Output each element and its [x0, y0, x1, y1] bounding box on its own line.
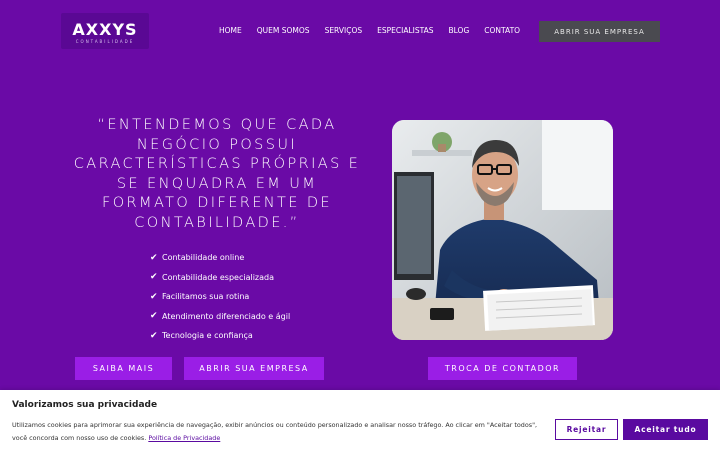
nav-item-blog[interactable]: BLOG [449, 26, 470, 35]
cookie-description: Utilizamos cookies para aprimorar sua ex… [12, 419, 550, 444]
header-open-company-button[interactable]: ABRIR SUA EMPRESA [539, 21, 660, 42]
nav-item-contato[interactable]: CONTATO [484, 26, 520, 35]
cookie-title: Valorizamos sua privacidade [12, 400, 158, 410]
switch-accountant-button[interactable]: TROCA DE CONTADOR [428, 357, 577, 380]
privacy-policy-link[interactable]: Política de Privacidade [148, 434, 220, 442]
check-icon: ✔ [150, 272, 158, 283]
feature-label: Contabilidade especializada [162, 272, 274, 282]
feature-item: ✔ Contabilidade online [150, 248, 290, 268]
nav-item-servicos[interactable]: SERVIÇOS [325, 26, 363, 35]
check-icon: ✔ [150, 311, 158, 322]
businessman-illustration [392, 120, 613, 340]
logo[interactable]: AXXYS CONTABILIDADE [61, 13, 149, 49]
check-icon: ✔ [150, 330, 158, 341]
nav-item-especialistas[interactable]: ESPECIALISTAS [377, 26, 433, 35]
main-nav: HOME QUEM SOMOS SERVIÇOS ESPECIALISTAS B… [219, 26, 535, 35]
logo-tagline: CONTABILIDADE [75, 39, 135, 44]
feature-label: Atendimento diferenciado e ágil [162, 311, 291, 321]
learn-more-button[interactable]: SAIBA MAIS [75, 357, 172, 380]
accept-all-cookies-button[interactable]: Aceitar tudo [623, 419, 708, 440]
check-icon: ✔ [150, 252, 158, 263]
logo-wordmark: AXXYS [72, 20, 138, 39]
feature-item: ✔ Facilitamos sua rotina [150, 287, 290, 307]
feature-list: ✔ Contabilidade online ✔ Contabilidade esp… [150, 248, 290, 346]
feature-item: ✔ Atendimento diferenciado e ágil [150, 307, 290, 327]
nav-item-quem-somos[interactable]: QUEM SOMOS [257, 26, 310, 35]
open-company-button[interactable]: ABRIR SUA EMPRESA [184, 357, 324, 380]
reject-cookies-button[interactable]: Rejeitar [555, 419, 618, 440]
feature-label: Contabilidade online [162, 253, 245, 263]
feature-label: Tecnologia e confiança [162, 331, 253, 341]
feature-item: ✔ Tecnologia e confiança [150, 326, 290, 346]
feature-item: ✔ Contabilidade especializada [150, 268, 290, 288]
cookie-text: Utilizamos cookies para aprimorar sua ex… [12, 421, 538, 442]
nav-item-home[interactable]: HOME [219, 26, 242, 35]
check-icon: ✔ [150, 291, 158, 302]
feature-label: Facilitamos sua rotina [162, 292, 250, 302]
hero-photo [392, 120, 613, 340]
hero-quote: “ENTENDEMOS QUE CADA NEGÓCIO POSSUI CARA… [73, 117, 361, 231]
cookie-banner: Valorizamos sua privacidade Utilizamos c… [0, 390, 720, 450]
